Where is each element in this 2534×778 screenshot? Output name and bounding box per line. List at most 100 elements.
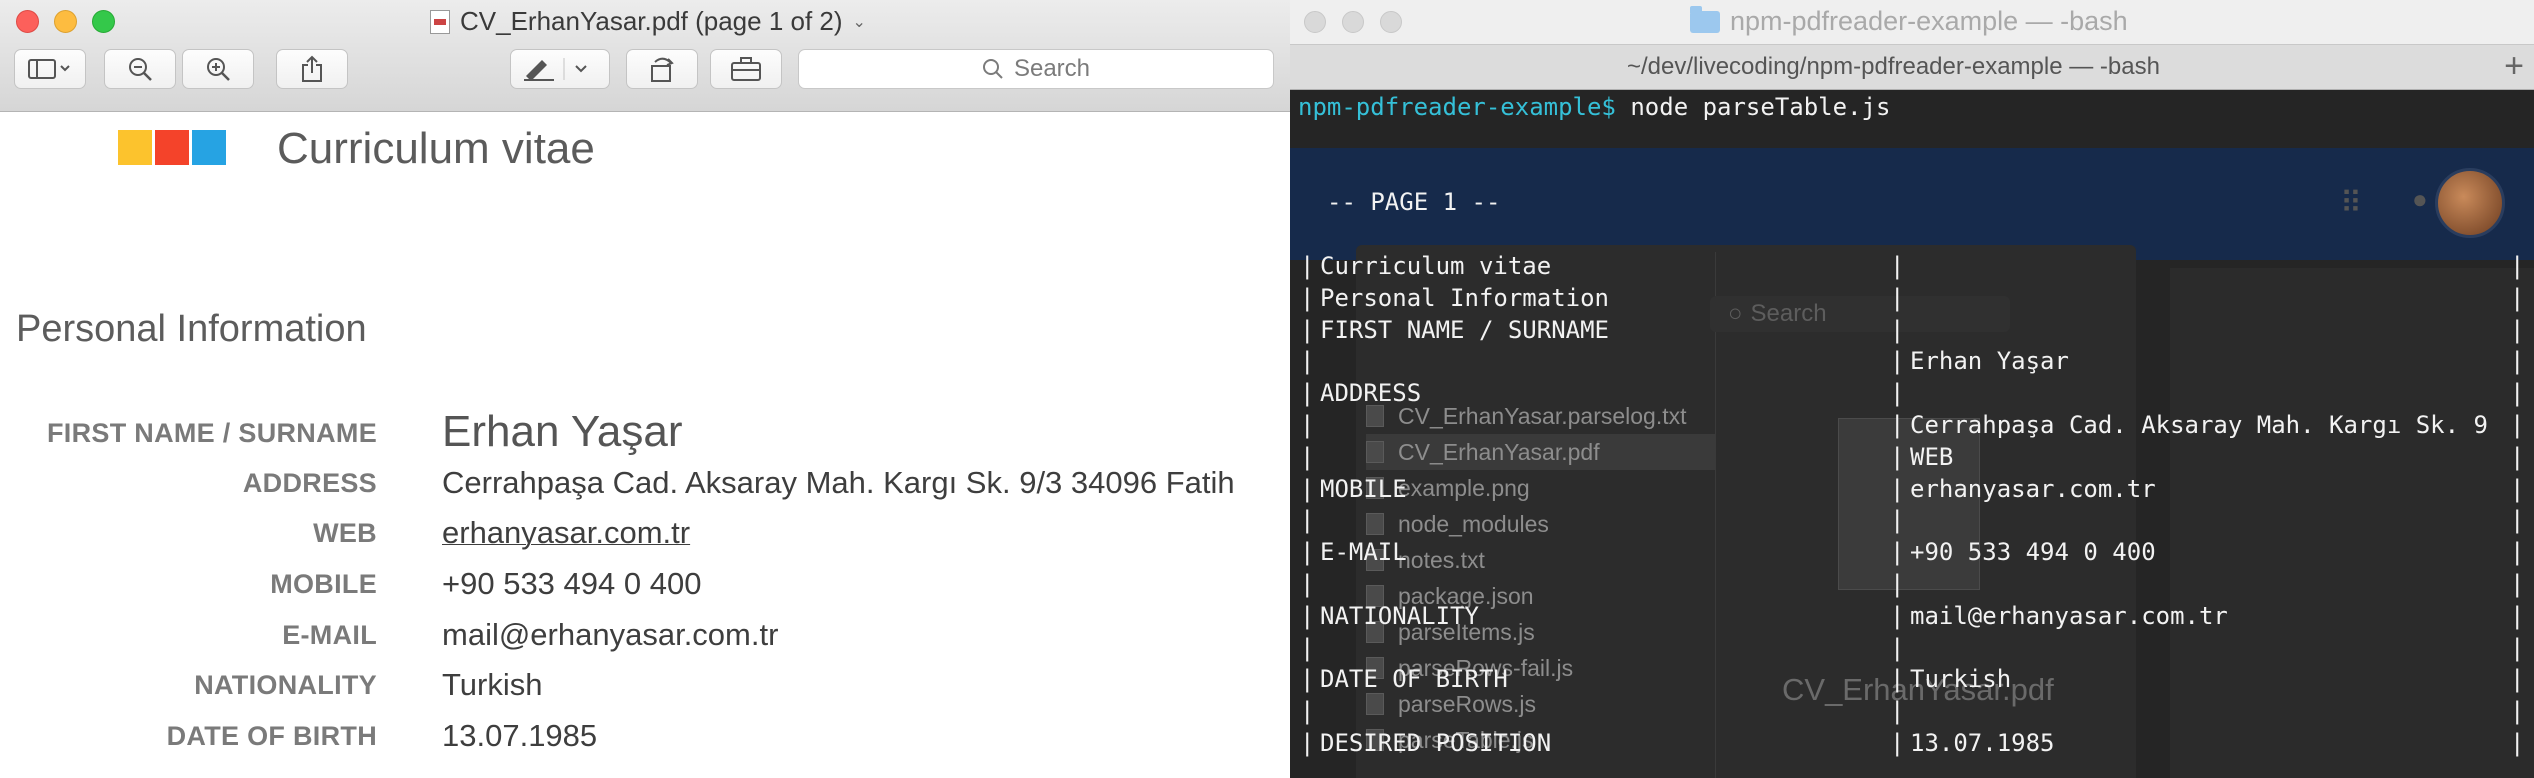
field-value: +90 533 494 0 400 — [442, 566, 702, 601]
terminal-window: npm-pdfreader-example — -bash ~/dev/live… — [1290, 0, 2534, 778]
field-label: WEB — [313, 518, 377, 548]
background-file-list: CV_ErhanYasar.parselog.txt CV_ErhanYasar… — [1366, 398, 1716, 758]
zoom-in-button[interactable] — [182, 49, 254, 89]
markup-button[interactable] — [510, 49, 610, 89]
table-border: | — [1300, 665, 1315, 694]
table-border: | — [2510, 442, 2525, 471]
field-row-mobile: MOBILE +90 533 494 0 400 — [0, 558, 1290, 608]
background-search: ○ Search — [1710, 296, 2010, 332]
table-border: | — [2510, 665, 2525, 694]
search-icon: ○ — [1728, 300, 1743, 327]
zoom-in-icon — [207, 58, 230, 81]
file-icon — [1366, 441, 1384, 463]
field-row-email: E-MAIL mail@erhanyasar.com.tr — [0, 609, 1290, 659]
table-border: | — [2510, 379, 2525, 408]
new-tab-icon[interactable]: + — [2504, 47, 2524, 86]
table-border: | — [2510, 315, 2525, 344]
table-border: | — [2510, 411, 2525, 439]
terminal-output[interactable]: npm-pdfreader-example$ node parseTable.j… — [1298, 92, 1890, 219]
table-border: | — [1300, 697, 1315, 726]
page-marker: -- PAGE 1 -- — [1327, 188, 1501, 217]
folder-icon — [1366, 513, 1384, 535]
field-label: DATE OF BIRTH — [166, 721, 377, 751]
table-cell-left: FIRST NAME / SURNAME — [1320, 315, 1609, 344]
table-border: | — [2510, 570, 2525, 598]
table-border: | — [1890, 411, 1905, 439]
table-border: | — [1300, 283, 1315, 312]
table-border: | — [2510, 538, 2525, 567]
file-name: CV_ErhanYasar.parselog.txt — [1398, 402, 1687, 429]
table-border: | — [1300, 474, 1315, 503]
field-row-birth: DATE OF BIRTH 13.07.1985 — [0, 710, 1290, 760]
bell-icon: ● — [2412, 184, 2428, 214]
table-border: | — [1890, 538, 1905, 567]
table-border: | — [2510, 633, 2525, 662]
file-name: CV_ErhanYasar.pdf — [1398, 438, 1600, 465]
toolbox-button[interactable] — [710, 49, 782, 89]
chevron-down-icon: ⌄ — [852, 13, 866, 31]
search-input[interactable]: Search — [798, 49, 1274, 89]
field-label: NATIONALITY — [194, 670, 377, 700]
table-border: | — [1300, 538, 1315, 567]
table-cell-left: NATIONALITY — [1320, 601, 1479, 630]
share-button[interactable] — [276, 49, 348, 89]
table-cell-left: Personal Information — [1320, 283, 1609, 312]
search-icon — [982, 59, 1003, 79]
document-title[interactable]: CV_ErhanYasar.pdf (page 1 of 2) ⌄ — [430, 6, 866, 37]
table-border: | — [1890, 729, 1905, 757]
table-cell-right: +90 533 494 0 400 — [1910, 538, 2156, 567]
table-cell-left: DATE OF BIRTH — [1320, 665, 1508, 694]
minimize-button[interactable] — [1342, 11, 1364, 33]
field-label: E-MAIL — [282, 620, 377, 650]
file-icon — [1366, 693, 1384, 715]
pdf-file-icon — [430, 9, 450, 34]
terminal-titlebar: npm-pdfreader-example — -bash — [1290, 0, 2534, 44]
terminal-title: npm-pdfreader-example — -bash — [1690, 5, 2128, 37]
field-label: ADDRESS — [242, 468, 377, 498]
table-border: | — [1890, 665, 1905, 694]
preview-titlebar: CV_ErhanYasar.pdf (page 1 of 2) ⌄ Search — [0, 0, 1290, 112]
cv-title: Curriculum vitae — [277, 124, 595, 173]
zoom-out-icon — [129, 58, 152, 81]
table-border: | — [1890, 347, 1905, 376]
field-row-web: WEB erhanyasar.com.tr — [0, 507, 1290, 557]
terminal-tab[interactable]: ~/dev/livecoding/npm-pdfreader-example —… — [1290, 44, 2534, 90]
close-button[interactable] — [1304, 11, 1326, 33]
close-button[interactable] — [16, 10, 39, 33]
cv-logo — [118, 130, 226, 165]
table-cell-left: E-MAIL — [1320, 538, 1407, 567]
terminal-tab-label: ~/dev/livecoding/npm-pdfreader-example —… — [1627, 53, 2160, 80]
table-border: | — [1890, 506, 1905, 535]
table-border: | — [1300, 411, 1315, 439]
table-border: | — [1300, 633, 1315, 662]
table-border: | — [1890, 570, 1905, 598]
table-cell-right: Cerrahpaşa Cad. Aksaray Mah. Kargı Sk. 9 — [1910, 411, 2488, 439]
zoom-button[interactable] — [1380, 11, 1402, 33]
table-border: | — [1300, 379, 1315, 408]
background-search-label: Search — [1750, 300, 1827, 327]
logo-square-blue — [192, 130, 226, 165]
field-value: Erhan Yaşar — [442, 407, 683, 456]
logo-square-red — [155, 130, 189, 165]
table-cell-right: erhanyasar.com.tr — [1910, 474, 2156, 503]
table-border: | — [1890, 252, 1905, 280]
rotate-button[interactable] — [626, 49, 698, 89]
table-cell-right: 13.07.1985 — [1910, 729, 2055, 757]
web-link[interactable]: erhanyasar.com.tr — [442, 515, 690, 551]
table-cell-right: mail@erhanyasar.com.tr — [1910, 601, 2228, 630]
table-border: | — [1890, 315, 1905, 344]
table-border: | — [1300, 347, 1315, 376]
zoom-out-button[interactable] — [104, 49, 176, 89]
zoom-button[interactable] — [92, 10, 115, 33]
pen-icon — [524, 58, 587, 81]
field-label: FIRST NAME / SURNAME — [47, 418, 377, 448]
table-border: | — [2510, 283, 2525, 312]
field-row-address: ADDRESS Cerrahpaşa Cad. Aksaray Mah. Kar… — [0, 457, 1290, 507]
minimize-button[interactable] — [54, 10, 77, 33]
table-border: | — [1890, 697, 1905, 726]
table-border: | — [1890, 633, 1905, 662]
sidebar-toggle-button[interactable] — [14, 49, 86, 89]
file-name: node_modules — [1398, 510, 1549, 537]
table-border: | — [2510, 506, 2525, 535]
field-label: MOBILE — [270, 569, 377, 599]
